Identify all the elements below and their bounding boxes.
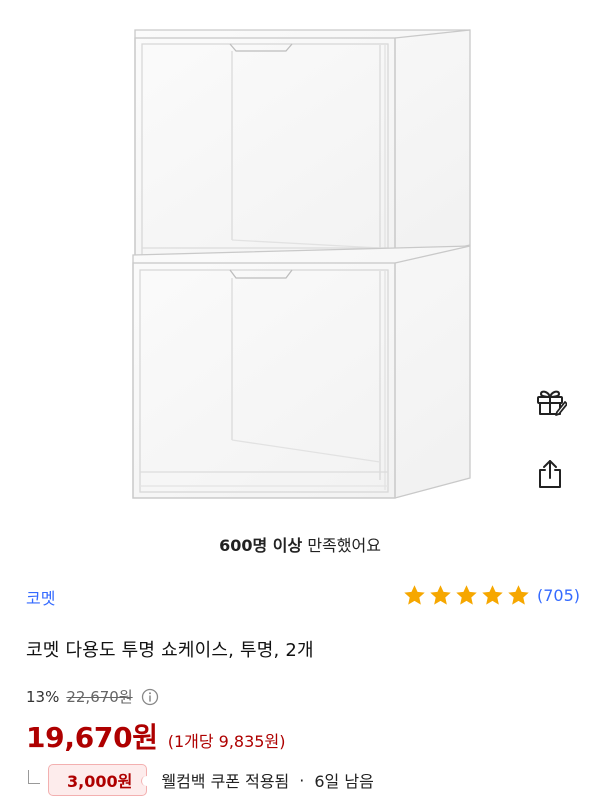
discount-rate: 13%	[26, 687, 60, 706]
discount-row: 13% 22,670원	[26, 686, 159, 707]
satisfaction-banner: 600명 이상 만족했어요	[0, 532, 600, 556]
unit-price: (1개당 9,835원)	[167, 732, 286, 751]
review-count-link[interactable]: (705)	[537, 586, 580, 605]
brand-rating-row: 코멧 (705)	[24, 582, 584, 610]
gift-icon	[537, 390, 567, 416]
price-row: 19,670원 (1개당 9,835원)	[26, 716, 285, 756]
product-title: 코멧 다용도 투명 쇼케이스, 투명, 2개	[26, 640, 314, 661]
satisfaction-text: 만족했어요	[307, 536, 381, 555]
coupon-text: 웰컴백 쿠폰 적용됨	[161, 772, 290, 791]
coupon-row: 3,000원 웰컴백 쿠폰 적용됨 · 6일 남음	[28, 763, 374, 797]
original-price: 22,670원	[66, 688, 133, 706]
coupon-badge[interactable]: 3,000원	[48, 764, 152, 796]
info-icon[interactable]	[141, 688, 159, 706]
star-icon	[508, 584, 529, 605]
sale-price: 19,670원	[26, 721, 158, 754]
gift-button[interactable]	[528, 380, 572, 424]
product-image[interactable]	[0, 0, 600, 525]
star-icon	[430, 584, 451, 605]
coupon-amount: 3,000원	[67, 772, 133, 791]
star-icon	[482, 584, 503, 605]
share-icon	[539, 460, 561, 488]
coupon-expire: 6일 남음	[314, 772, 374, 791]
indent-mark	[28, 770, 40, 784]
rating[interactable]: (705)	[402, 582, 580, 608]
brand-link[interactable]: 코멧	[26, 585, 55, 609]
star-rating	[402, 583, 531, 608]
satisfaction-count: 600명 이상	[219, 536, 303, 555]
star-icon	[456, 584, 477, 605]
star-icon	[404, 584, 425, 605]
product-photo	[132, 29, 471, 499]
share-button[interactable]	[528, 452, 572, 496]
coupon-notch	[141, 776, 152, 786]
separator-dot: ·	[299, 770, 305, 790]
